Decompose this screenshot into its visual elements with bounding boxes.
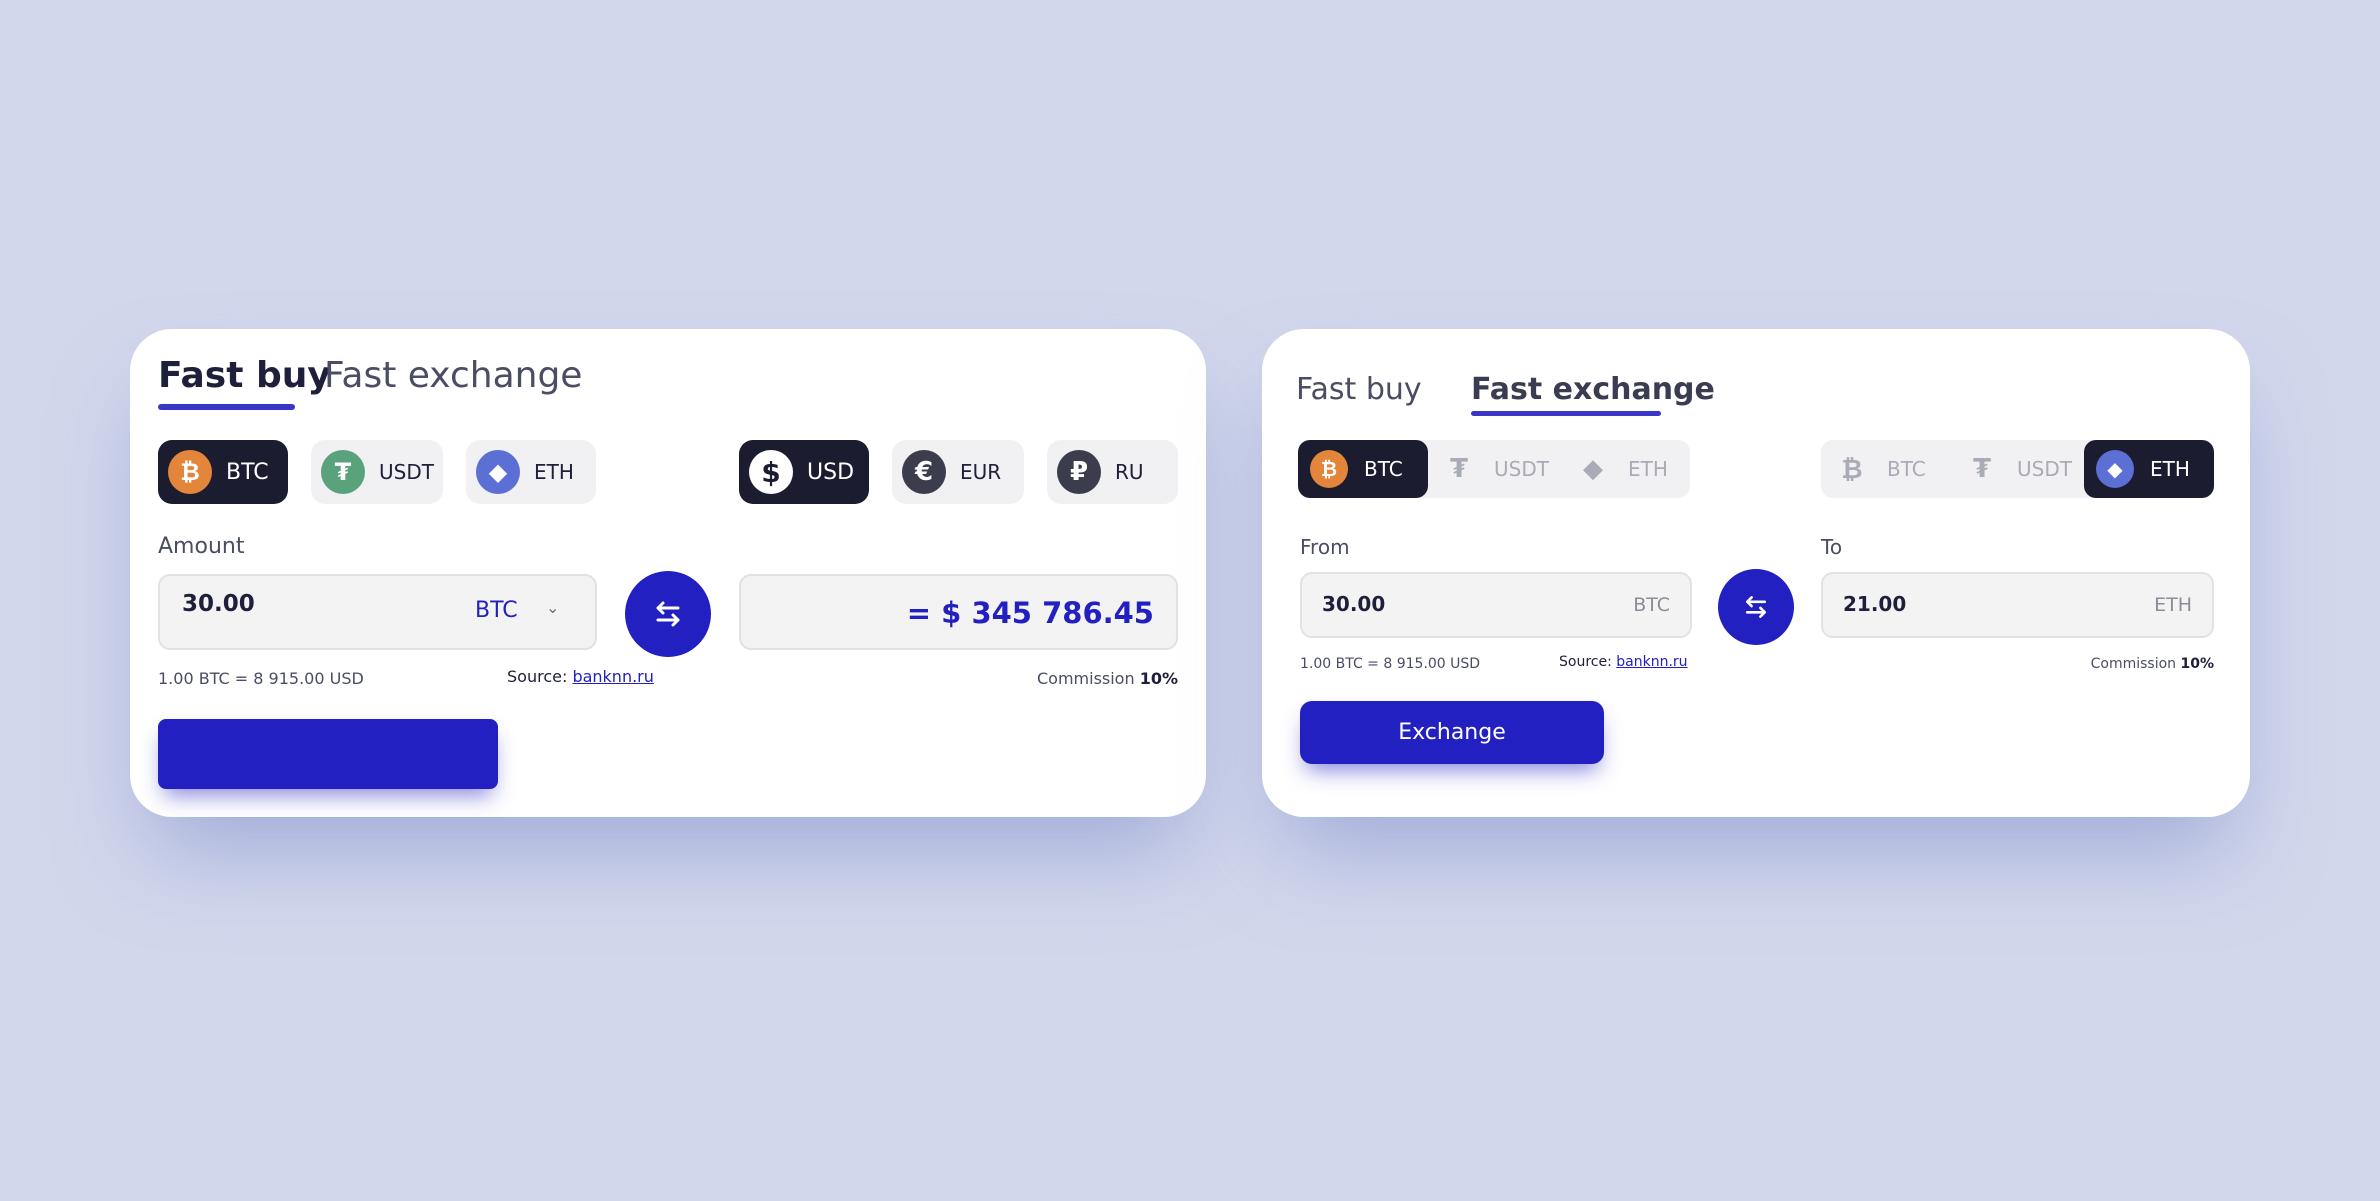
- active-tab-underline: [1471, 411, 1661, 416]
- fiat-option-label: EUR: [960, 460, 1002, 484]
- fiat-option-label: USD: [807, 459, 855, 485]
- source-note: Source: banknn.ru: [1559, 654, 1688, 670]
- crypto-option-label: USDT: [379, 460, 434, 484]
- amount-input[interactable]: 30.00 BTC ⌄: [158, 574, 597, 650]
- amount-label: Amount: [158, 534, 245, 559]
- from-option-label: USDT: [1494, 457, 1549, 481]
- chevron-down-icon[interactable]: ⌄: [546, 598, 559, 617]
- exchange-rate: 1.00 BTC = 8 915.00 USD: [158, 669, 364, 688]
- source-label: Source:: [1559, 654, 1612, 670]
- result-output: = $ 345 786.45: [739, 574, 1178, 650]
- to-option-label: USDT: [2017, 457, 2072, 481]
- bitcoin-icon: ₿: [1310, 450, 1348, 488]
- to-currency: ETH: [2154, 594, 2192, 616]
- tab-fast-exchange[interactable]: Fast exchange: [324, 355, 582, 396]
- amount-currency-select[interactable]: BTC: [475, 598, 518, 623]
- commission-value: 10%: [2180, 656, 2214, 672]
- tab-fast-buy[interactable]: Fast buy: [1296, 372, 1422, 407]
- ethereum-icon: ◆: [2096, 450, 2134, 488]
- fiat-option-usd[interactable]: $ USD: [739, 440, 869, 504]
- to-option-label: BTC: [1887, 457, 1926, 481]
- ruble-icon: ₽: [1057, 450, 1101, 494]
- from-option-label: BTC: [1364, 457, 1403, 481]
- swap-button[interactable]: [1718, 569, 1794, 645]
- to-amount-value: 21.00: [1843, 592, 1907, 616]
- from-option-eth[interactable]: ◆ ETH: [1562, 440, 1690, 498]
- crypto-option-btc[interactable]: ₿ BTC: [158, 440, 288, 504]
- converted-amount: = $ 345 786.45: [906, 596, 1154, 630]
- tether-icon: ₮: [1972, 454, 1992, 484]
- crypto-option-label: ETH: [534, 460, 574, 484]
- to-option-usdt[interactable]: ₮ USDT: [1951, 440, 2084, 498]
- to-option-eth[interactable]: ◆ ETH: [2084, 440, 2214, 498]
- ethereum-icon: ◆: [476, 450, 520, 494]
- euro-icon: €: [902, 450, 946, 494]
- source-label: Source:: [507, 667, 568, 686]
- fast-buy-card: Fast buy Fast exchange ₿ BTC ₮ USDT ◆ ET…: [130, 329, 1206, 817]
- tab-fast-buy[interactable]: Fast buy: [158, 355, 331, 396]
- commission-value: 10%: [1139, 669, 1178, 688]
- fiat-option-label: RU: [1115, 460, 1144, 484]
- from-currency-selector: ₿ BTC ₮ USDT ◆ ETH: [1298, 440, 1690, 498]
- from-option-btc[interactable]: ₿ BTC: [1298, 440, 1428, 498]
- from-option-usdt[interactable]: ₮ USDT: [1428, 440, 1562, 498]
- exchange-rate: 1.00 BTC = 8 915.00 USD: [1300, 656, 1481, 672]
- buy-button[interactable]: [158, 719, 498, 789]
- fiat-option-ru[interactable]: ₽ RU: [1047, 440, 1178, 504]
- amount-value: 30.00: [182, 591, 255, 617]
- bitcoin-icon: ₿: [168, 450, 212, 494]
- tab-fast-exchange[interactable]: Fast exchange: [1471, 372, 1715, 407]
- crypto-option-eth[interactable]: ◆ ETH: [466, 440, 596, 504]
- commission-label: Commission: [2090, 656, 2177, 672]
- to-label: To: [1821, 535, 1843, 559]
- active-tab-underline: [158, 404, 295, 410]
- bitcoin-icon: ₿: [1841, 454, 1863, 485]
- from-amount-input[interactable]: 30.00 BTC: [1300, 572, 1692, 638]
- crypto-option-label: BTC: [226, 459, 269, 485]
- dollar-icon: $: [749, 450, 793, 494]
- to-option-btc[interactable]: ₿ BTC: [1821, 440, 1951, 498]
- to-currency-selector: ₿ BTC ₮ USDT ◆ ETH: [1821, 440, 2214, 498]
- from-label: From: [1300, 535, 1350, 559]
- swap-button[interactable]: [625, 571, 711, 657]
- swap-arrows-icon: [656, 601, 680, 627]
- fiat-option-eur[interactable]: € EUR: [892, 440, 1024, 504]
- source-note: Source: banknn.ru: [507, 667, 654, 686]
- source-link[interactable]: banknn.ru: [572, 667, 653, 686]
- crypto-option-usdt[interactable]: ₮ USDT: [311, 440, 443, 504]
- swap-arrows-icon: [1745, 596, 1767, 618]
- from-currency: BTC: [1633, 594, 1670, 616]
- exchange-button-label: Exchange: [1398, 720, 1506, 745]
- from-option-label: ETH: [1628, 457, 1668, 481]
- tether-icon: ₮: [1449, 454, 1469, 484]
- fast-exchange-card: Fast buy Fast exchange ₿ BTC ₮ USDT ◆ ET…: [1262, 329, 2250, 817]
- from-amount-value: 30.00: [1322, 592, 1386, 616]
- commission-note: Commission 10%: [1037, 669, 1178, 688]
- tether-icon: ₮: [321, 450, 365, 494]
- commission-label: Commission: [1036, 669, 1135, 688]
- to-amount-input[interactable]: 21.00 ETH: [1821, 572, 2214, 638]
- commission-note: Commission 10%: [2091, 656, 2214, 672]
- to-option-label: ETH: [2150, 457, 2190, 481]
- source-link[interactable]: banknn.ru: [1616, 654, 1687, 670]
- ethereum-icon: ◆: [1583, 454, 1603, 484]
- exchange-button[interactable]: Exchange: [1300, 701, 1604, 764]
